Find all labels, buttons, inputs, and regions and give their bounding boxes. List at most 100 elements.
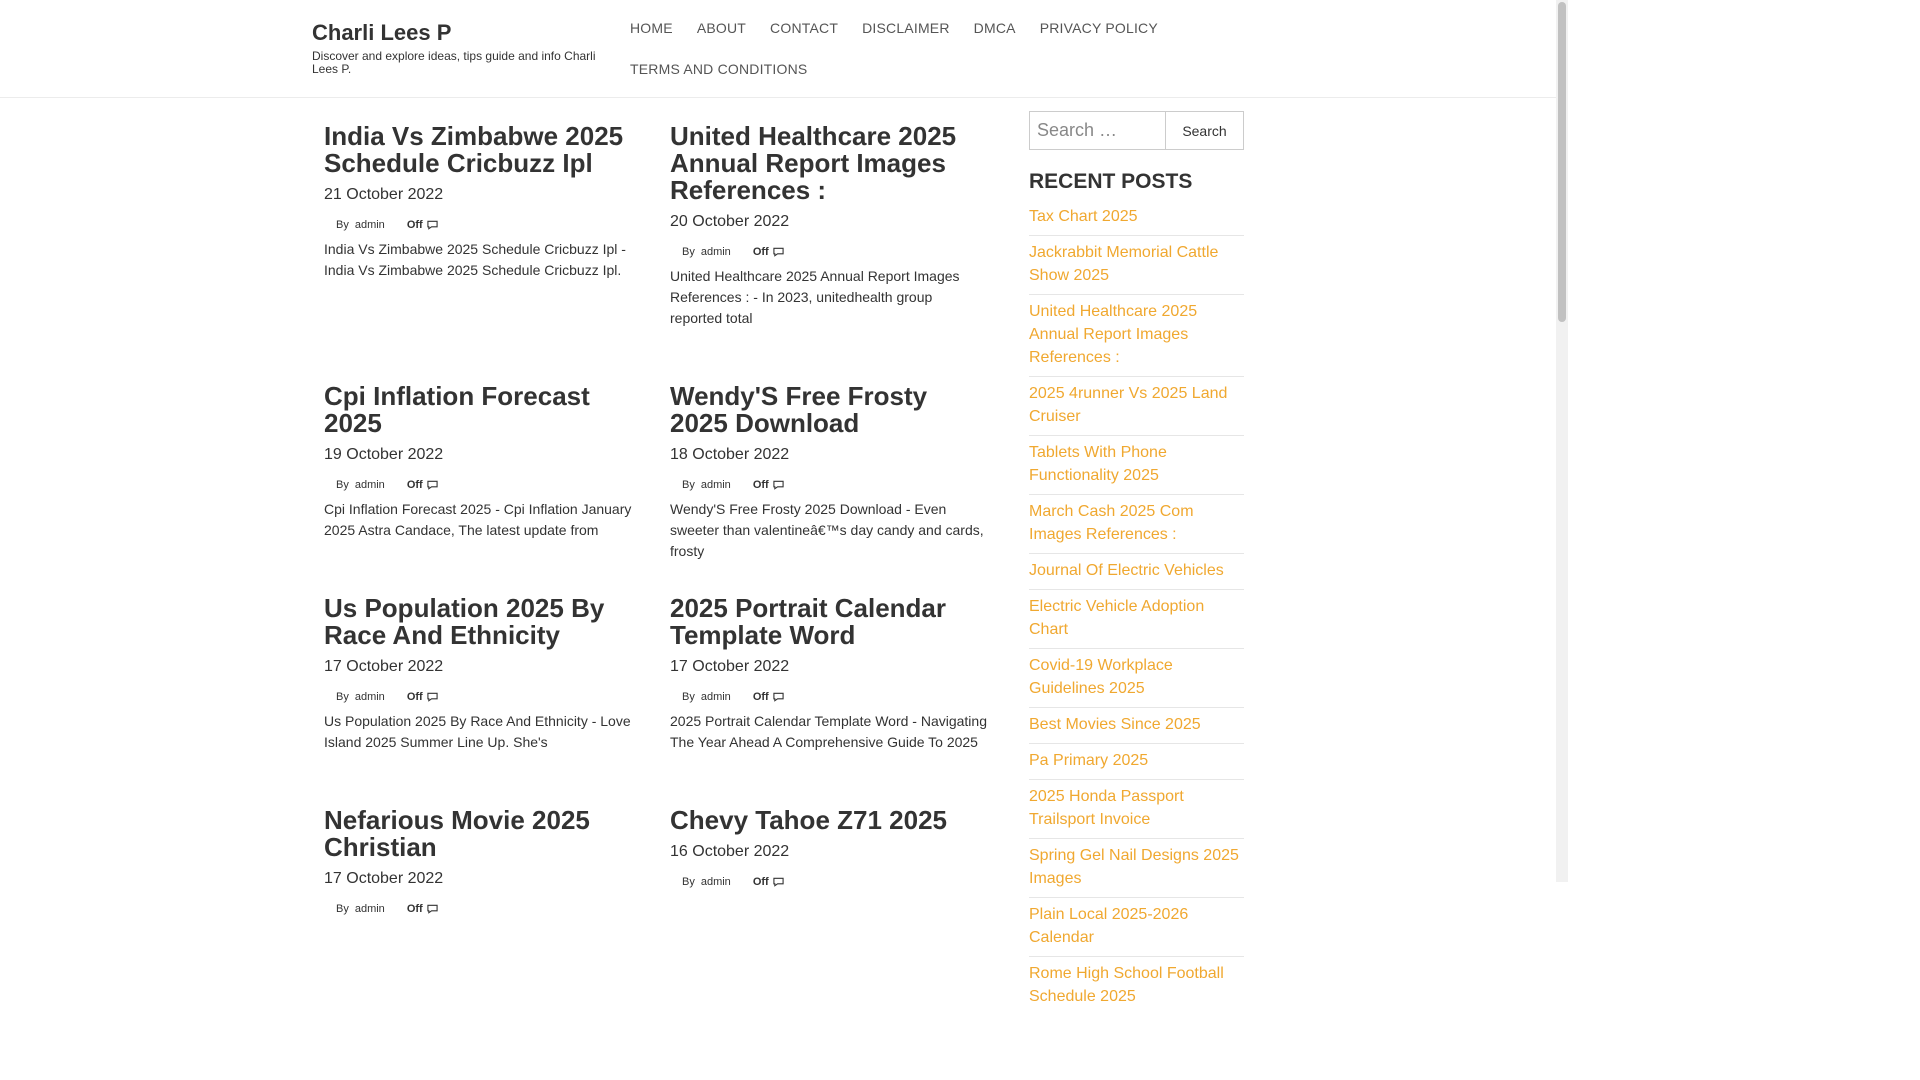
site-title[interactable]: Charli Lees P (312, 20, 602, 46)
post-author[interactable]: admin (355, 479, 385, 491)
nav-terms-and-conditions[interactable]: TERMS AND CONDITIONS (618, 49, 819, 77)
list-item: Rome High School Football Schedule 2025 (1029, 957, 1244, 1015)
post-comments-status: Off (406, 903, 423, 915)
post-by-label: By (336, 479, 349, 491)
recent-post-link[interactable]: Jackrabbit Memorial Cattle Show 2025 (1029, 244, 1218, 284)
post-title[interactable]: Nefarious Movie 2025 Christian (324, 807, 649, 861)
list-item: Spring Gel Nail Designs 2025 Images (1029, 839, 1244, 898)
nav-disclaimer[interactable]: DISCLAIMER (850, 8, 962, 36)
recent-post-link[interactable]: Rome High School Football Schedule 2025 (1029, 965, 1224, 1005)
post-by-label: By (682, 691, 695, 703)
list-item: 2025 Honda Passport Trailsport Invoice (1029, 780, 1244, 839)
comment-icon (427, 692, 438, 702)
search-input[interactable] (1029, 111, 1165, 150)
comment-icon (773, 877, 784, 887)
recent-post-link[interactable]: Covid-19 Workplace Guidelines 2025 (1029, 657, 1173, 697)
nav-contact[interactable]: CONTACT (758, 8, 850, 36)
recent-post-link[interactable]: Spring Gel Nail Designs 2025 Images (1029, 847, 1239, 887)
recent-post-link[interactable]: March Cash 2025 Com Images References : (1029, 503, 1194, 543)
post-meta: By admin Off (324, 218, 649, 232)
post-by-label: By (336, 219, 349, 231)
list-item: Tax Chart 2025 (1029, 200, 1244, 236)
post-date: 17 October 2022 (324, 870, 444, 887)
comment-icon (427, 220, 438, 230)
site-description: Discover and explore ideas, tips guide a… (312, 49, 596, 76)
recent-post-link[interactable]: Electric Vehicle Adoption Chart (1029, 598, 1204, 638)
sidebar: Search RECENT POSTS Tax Chart 2025 Jackr… (1029, 111, 1244, 1015)
post-meta: By admin Off (324, 690, 649, 704)
post-comments-status: Off (752, 246, 769, 258)
recent-post-link[interactable]: Best Movies Since 2025 (1029, 716, 1201, 733)
main-navigation: HOME ABOUT CONTACT DISCLAIMER DMCA PRIVA… (618, 8, 1178, 90)
post-excerpt: India Vs Zimbabwe 2025 Schedule Cricbuzz… (324, 241, 626, 278)
nav-dmca[interactable]: DMCA (962, 8, 1028, 36)
recent-post-link[interactable]: United Healthcare 2025 Annual Report Ima… (1029, 303, 1197, 366)
search-form: Search (1029, 111, 1244, 150)
scrollbar-thumb[interactable] (1558, 2, 1566, 322)
post-by-label: By (682, 246, 695, 258)
post-date: 17 October 2022 (670, 658, 790, 675)
nav-about[interactable]: ABOUT (685, 8, 758, 36)
post-comments-status: Off (406, 219, 423, 231)
post-date: 21 October 2022 (324, 186, 444, 203)
list-item: Electric Vehicle Adoption Chart (1029, 590, 1244, 649)
comment-icon (773, 692, 784, 702)
post-card: Nefarious Movie 2025 Christian 17 Octobe… (324, 807, 649, 916)
post-excerpt: 2025 Portrait Calendar Template Word - N… (670, 713, 987, 750)
post-card: India Vs Zimbabwe 2025 Schedule Cricbuzz… (324, 123, 649, 281)
post-date: 16 October 2022 (670, 843, 790, 860)
post-title[interactable]: United Healthcare 2025 Annual Report Ima… (670, 123, 988, 204)
post-date: 20 October 2022 (670, 213, 790, 230)
nav-home[interactable]: HOME (618, 8, 685, 36)
list-item: Best Movies Since 2025 (1029, 708, 1244, 744)
post-author[interactable]: admin (701, 691, 731, 703)
recent-post-link[interactable]: Tax Chart 2025 (1029, 208, 1138, 225)
post-title[interactable]: Us Population 2025 By Race And Ethnicity (324, 595, 649, 649)
post-comments-status: Off (406, 691, 423, 703)
post-card: 2025 Portrait Calendar Template Word 17 … (670, 595, 988, 753)
post-meta: By admin Off (670, 245, 988, 259)
post-by-label: By (682, 479, 695, 491)
recent-posts-heading: RECENT POSTS (1029, 170, 1193, 193)
page-scrollbar[interactable] (1556, 0, 1568, 882)
post-by-label: By (336, 903, 349, 915)
comment-icon (773, 480, 784, 490)
post-date: 18 October 2022 (670, 446, 790, 463)
post-author[interactable]: admin (701, 876, 731, 888)
post-author[interactable]: admin (355, 903, 385, 915)
site-branding: Charli Lees P Discover and explore ideas… (312, 20, 602, 76)
post-title[interactable]: 2025 Portrait Calendar Template Word (670, 595, 988, 649)
post-card: United Healthcare 2025 Annual Report Ima… (670, 123, 988, 329)
site-header: Charli Lees P Discover and explore ideas… (0, 0, 1556, 98)
post-meta: By admin Off (324, 902, 649, 916)
post-date: 17 October 2022 (324, 658, 444, 675)
list-item: Pa Primary 2025 (1029, 744, 1244, 780)
recent-post-link[interactable]: Plain Local 2025-2026 Calendar (1029, 906, 1188, 946)
post-title[interactable]: Wendy'S Free Frosty 2025 Download (670, 383, 988, 437)
post-comments-status: Off (752, 691, 769, 703)
comment-icon (773, 247, 784, 257)
post-author[interactable]: admin (355, 219, 385, 231)
recent-post-link[interactable]: Tablets With Phone Functionality 2025 (1029, 444, 1167, 484)
post-comments-status: Off (752, 876, 769, 888)
search-button[interactable]: Search (1165, 111, 1244, 150)
recent-post-link[interactable]: 2025 Honda Passport Trailsport Invoice (1029, 788, 1184, 828)
recent-post-link[interactable]: Journal Of Electric Vehicles (1029, 562, 1224, 579)
comment-icon (427, 904, 438, 914)
post-title[interactable]: India Vs Zimbabwe 2025 Schedule Cricbuzz… (324, 123, 649, 177)
post-author[interactable]: admin (701, 246, 731, 258)
post-meta: By admin Off (670, 690, 988, 704)
post-title[interactable]: Chevy Tahoe Z71 2025 (670, 807, 988, 834)
post-author[interactable]: admin (701, 479, 731, 491)
post-meta: By admin Off (324, 478, 649, 492)
post-title[interactable]: Cpi Inflation Forecast 2025 (324, 383, 649, 437)
nav-privacy-policy[interactable]: PRIVACY POLICY (1028, 8, 1170, 36)
post-comments-status: Off (406, 479, 423, 491)
list-item: United Healthcare 2025 Annual Report Ima… (1029, 295, 1244, 377)
post-card: Cpi Inflation Forecast 2025 19 October 2… (324, 383, 649, 541)
recent-post-link[interactable]: 2025 4runner Vs 2025 Land Cruiser (1029, 385, 1227, 425)
post-excerpt: Cpi Inflation Forecast 2025 - Cpi Inflat… (324, 501, 632, 538)
recent-post-link[interactable]: Pa Primary 2025 (1029, 752, 1148, 769)
post-author[interactable]: admin (355, 691, 385, 703)
post-meta: By admin Off (670, 478, 988, 492)
